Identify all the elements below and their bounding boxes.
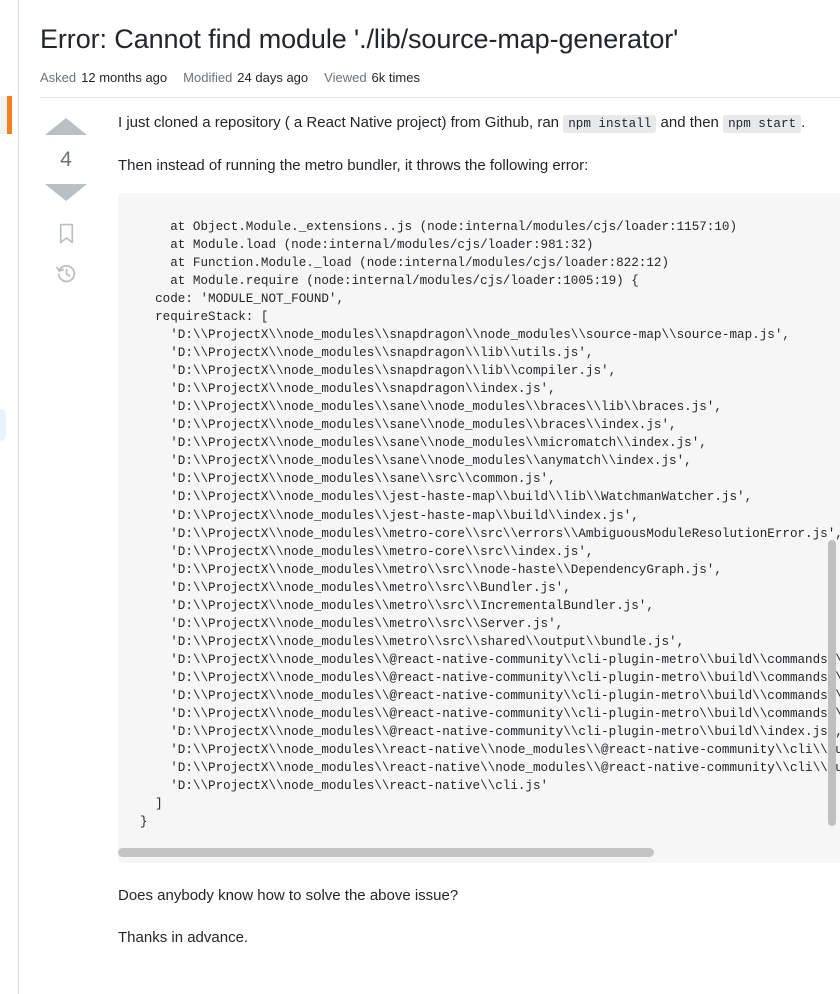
paragraph-then: Then instead of running the metro bundle… [118,156,589,174]
stat-viewed: Viewed 6k times [324,70,420,85]
history-icon[interactable] [55,263,77,289]
question-stats: Asked 12 months ago Modified 24 days ago… [40,70,840,85]
paragraph-intro: I just cloned a repository ( a React Nat… [118,112,840,134]
error-code-block[interactable]: at Object.Module._extensions..js (node:i… [118,193,840,864]
intro-text-2: and then [656,114,724,131]
question-page: Error: Cannot find module './lib/source-… [19,0,840,994]
rail-highlight-chip [0,409,6,441]
downvote-arrow-icon[interactable] [45,184,87,201]
vote-count: 4 [60,148,72,171]
stat-modified-label: Modified [183,70,233,85]
stat-modified: Modified 24 days ago [183,70,308,85]
page-title: Error: Cannot find module './lib/source-… [40,24,679,54]
code-vertical-scrollbar-thumb[interactable] [828,540,836,827]
inline-code-npm-install: npm install [563,115,657,133]
code-horizontal-scrollbar[interactable] [118,848,832,858]
intro-text-1: I just cloned a repository ( a React Nat… [118,114,564,131]
question-header: Error: Cannot find module './lib/source-… [19,0,840,85]
error-code-text: at Object.Module._extensions..js (node:i… [140,219,840,830]
paragraph-thanks: Thanks in advance. [118,929,249,947]
code-vertical-scrollbar[interactable] [828,203,836,839]
stat-asked: Asked 12 months ago [40,70,167,85]
upvote-arrow-icon[interactable] [45,118,87,135]
vote-cell: 4 [40,112,92,949]
paragraph-question: Does anybody know how to solve the above… [118,887,459,905]
stat-asked-label: Asked [40,70,77,85]
rail-active-indicator-bar [7,96,12,134]
stat-asked-value: 12 months ago [81,70,168,85]
code-horizontal-scrollbar-thumb[interactable] [118,848,654,858]
post-body: I just cloned a repository ( a React Nat… [92,112,840,949]
question-post: 4 I just cloned a repository ( a React N… [19,98,840,949]
intro-text-3: . [801,114,806,131]
stat-modified-value[interactable]: 24 days ago [237,70,308,85]
stat-viewed-label: Viewed [324,70,367,85]
bookmark-icon[interactable] [57,223,76,249]
stat-viewed-value: 6k times [371,70,420,85]
inline-code-npm-start: npm start [723,115,802,133]
